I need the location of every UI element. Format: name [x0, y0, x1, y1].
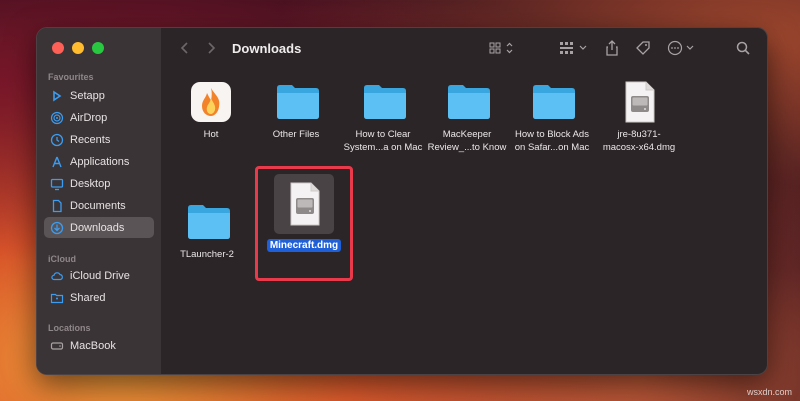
minimize-button[interactable]: [72, 42, 84, 54]
group-grid-icon: [560, 42, 587, 54]
watermark: wsxdn.com: [746, 387, 792, 397]
file-name-line1: How to Clear: [355, 129, 411, 140]
dmg-icon: [290, 182, 320, 226]
file-name: jre-8u371- macosx-x64.dmg: [597, 128, 681, 154]
folder-icon: [530, 80, 575, 124]
selected-file-name: Minecraft.dmg: [266, 239, 342, 252]
file-name-line1: How to Block Ads: [515, 129, 589, 140]
sidebar-item-label: MacBook: [70, 339, 116, 352]
file-item-jre-dmg[interactable]: jre-8u371- macosx-x64.dmg: [597, 80, 681, 154]
file-name-line2: on Safar...on Mac: [514, 142, 590, 153]
file-name-line2: Review_...to Know: [427, 142, 507, 153]
sidebar-item-label: Documents: [70, 199, 126, 212]
sidebar-section-icloud: iCloud: [48, 254, 76, 264]
selected-thumbnail: [274, 174, 334, 234]
sidebar-item-label: Recents: [70, 133, 111, 146]
sidebar-item-icloud-drive[interactable]: iCloud Drive: [44, 265, 154, 286]
sidebar-item-label: Applications: [70, 155, 130, 168]
file-item-how-to-block-ads[interactable]: How to Block Ads on Safar...on Mac: [510, 80, 594, 154]
chevron-left-icon: [180, 42, 188, 54]
document-icon: [50, 199, 64, 213]
folder-icon: [185, 200, 230, 244]
dmg-icon: [617, 80, 661, 124]
file-name: How to Block Ads on Safar...on Mac: [510, 128, 594, 154]
sidebar-section-favourites: Favourites: [48, 72, 94, 82]
file-name: Hot: [203, 129, 219, 140]
file-name-line2: System...a on Mac: [343, 142, 423, 153]
file-name-line2: macosx-x64.dmg: [602, 142, 676, 153]
grid-view-icon: [489, 42, 513, 54]
download-icon: [50, 221, 64, 235]
file-grid: Hot Other Files How to Clear System...a …: [161, 72, 767, 374]
window-title: Downloads: [232, 41, 302, 56]
clock-icon: [50, 133, 64, 147]
sidebar-item-label: AirDrop: [70, 111, 108, 124]
airdrop-icon: [50, 111, 64, 125]
sidebar-item-applications[interactable]: Applications: [44, 151, 154, 172]
sidebar-item-documents[interactable]: Documents: [44, 195, 154, 216]
file-name: How to Clear System...a on Mac: [341, 128, 425, 154]
chevron-right-icon: [208, 42, 216, 54]
sidebar-item-label: Desktop: [70, 177, 111, 190]
drive-icon: [50, 339, 64, 353]
finder-window: Favourites Setapp AirDrop Recents Applic…: [36, 27, 768, 375]
sidebar-item-label: Shared: [70, 291, 106, 304]
cloud-icon: [50, 269, 64, 283]
close-button[interactable]: [52, 42, 64, 54]
sidebar-item-downloads[interactable]: Downloads: [44, 217, 154, 238]
folder-icon: [361, 80, 406, 124]
zoom-button[interactable]: [92, 42, 104, 54]
folder-icon: [274, 80, 319, 124]
tag-button[interactable]: [634, 39, 652, 57]
sidebar-item-airdrop[interactable]: AirDrop: [44, 107, 154, 128]
sidebar-item-desktop[interactable]: Desktop: [44, 173, 154, 194]
file-name: MacKeeper Review_...to Know: [425, 128, 509, 154]
action-menu-button[interactable]: [667, 39, 699, 57]
file-item-mackeeper[interactable]: MacKeeper Review_...to Know: [425, 80, 509, 154]
file-item-tlauncher[interactable]: TLauncher-2: [165, 200, 249, 261]
sidebar-item-shared[interactable]: Shared: [44, 287, 154, 308]
file-name: TLauncher-2: [180, 249, 234, 260]
sidebar-item-setapp[interactable]: Setapp: [44, 85, 154, 106]
desktop-icon: [50, 177, 64, 191]
group-button[interactable]: [559, 39, 591, 57]
file-name-line1: MacKeeper: [442, 129, 492, 140]
highlight-box: Minecraft.dmg: [255, 166, 353, 281]
share-icon: [606, 40, 618, 56]
file-name: Other Files: [272, 129, 320, 140]
file-item-other-files[interactable]: Other Files: [254, 80, 338, 141]
applications-icon: [50, 155, 64, 169]
hot-app-icon: [189, 80, 233, 124]
sidebar-item-label: Downloads: [70, 221, 125, 234]
tag-icon: [636, 41, 650, 55]
shared-folder-icon: [50, 291, 64, 305]
sidebar-item-label: iCloud Drive: [70, 269, 130, 282]
sidebar: Favourites Setapp AirDrop Recents Applic…: [37, 28, 161, 374]
view-mode-button[interactable]: [489, 39, 517, 57]
forward-button[interactable]: [203, 39, 219, 57]
search-button[interactable]: [735, 39, 751, 57]
more-options-icon: [667, 40, 694, 56]
back-button[interactable]: [177, 39, 193, 57]
file-item-minecraft-dmg[interactable]: Minecraft.dmg: [259, 174, 349, 253]
file-name-line1: jre-8u371-: [617, 129, 661, 140]
sidebar-section-locations: Locations: [48, 323, 91, 333]
share-button[interactable]: [604, 39, 620, 57]
sidebar-item-recents[interactable]: Recents: [44, 129, 154, 150]
window-controls: [52, 42, 104, 54]
folder-icon: [445, 80, 490, 124]
setapp-icon: [50, 89, 64, 103]
file-item-hot[interactable]: Hot: [169, 80, 253, 141]
file-item-how-to-clear[interactable]: How to Clear System...a on Mac: [341, 80, 425, 154]
sidebar-item-macbook[interactable]: MacBook: [44, 335, 154, 356]
sidebar-item-label: Setapp: [70, 89, 105, 102]
search-icon: [736, 41, 750, 55]
